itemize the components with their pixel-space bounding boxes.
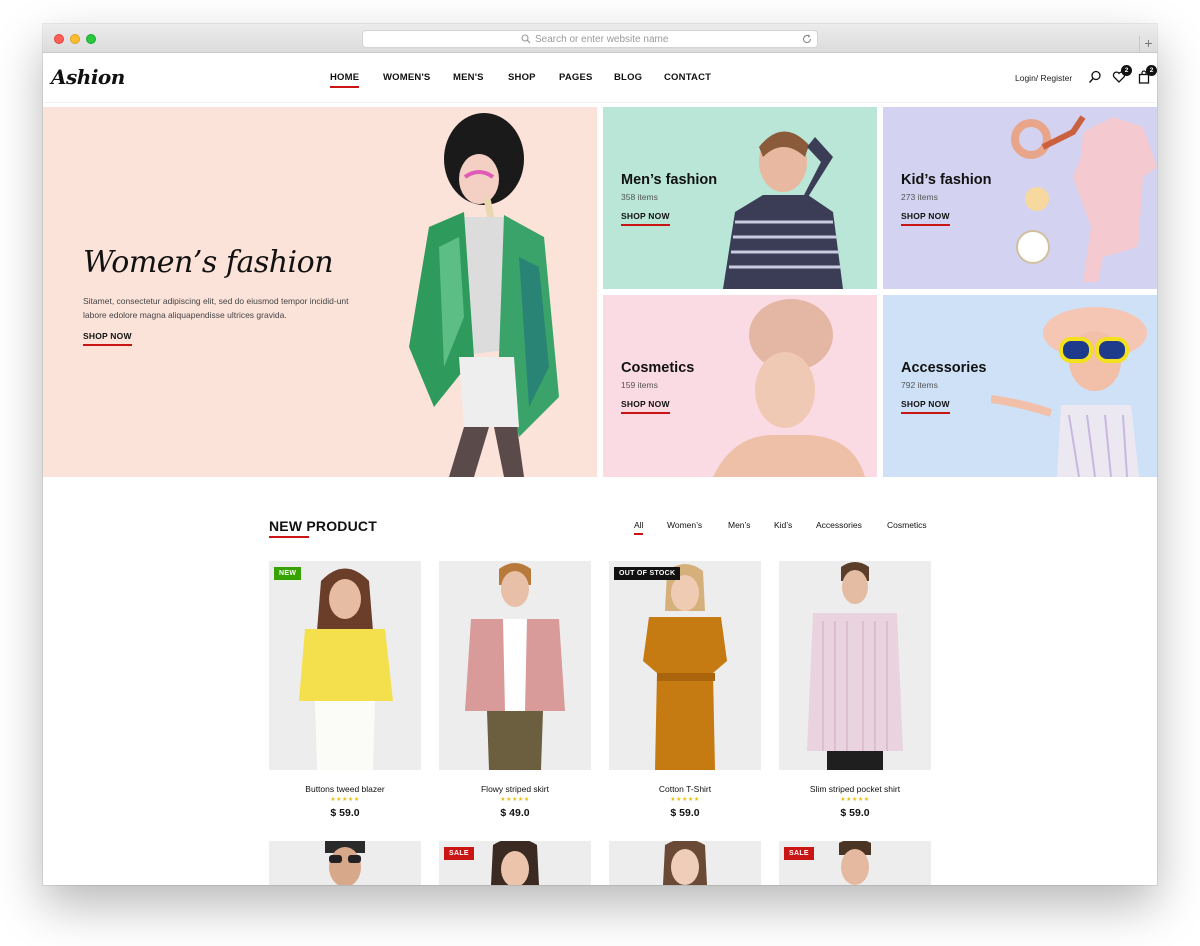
tile-title: Cosmetics xyxy=(621,360,695,376)
product-price: $ 49.0 xyxy=(500,807,530,819)
hero-title: Women’s fashion xyxy=(83,245,334,280)
wishlist-count-badge: 2 xyxy=(1121,65,1132,76)
login-register-link[interactable]: Login/ Register xyxy=(1015,73,1072,83)
filter-kids[interactable]: Kid’s xyxy=(774,520,792,530)
tile-accessories: Accessories 792 items SHOP NOW xyxy=(883,295,1157,477)
minimize-window-button[interactable] xyxy=(70,34,80,44)
product-filters: All Women’s Men’s Kid’s Accessories Cosm… xyxy=(43,520,1157,536)
maximize-window-button[interactable] xyxy=(86,34,96,44)
product-name[interactable]: Flowy striped skirt xyxy=(439,784,591,794)
yellow-blouse-image xyxy=(299,568,393,770)
browser-titlebar: + xyxy=(43,24,1157,53)
browser-window: + Ashion HOME WOMEN'S MEN'S SHOP PAGES B… xyxy=(43,24,1157,885)
woman-towel-image xyxy=(713,299,865,477)
new-tab-button[interactable]: + xyxy=(1139,36,1157,53)
product-card[interactable]: Slim striped pocket shirt ★★★★★ $ 59.0 xyxy=(779,561,931,827)
striped-shirt-image xyxy=(807,562,903,770)
nav-womens[interactable]: WOMEN'S xyxy=(383,72,430,83)
tile-kids-fashion: Kid’s fashion 273 items SHOP NOW xyxy=(883,107,1157,289)
orange-dress-image xyxy=(643,564,727,770)
tile-cosmetics: Cosmetics 159 items SHOP NOW xyxy=(603,295,877,477)
filter-all[interactable]: All xyxy=(634,520,644,535)
close-window-button[interactable] xyxy=(54,34,64,44)
product-image[interactable]: SALE xyxy=(779,841,931,885)
product-tag: SALE xyxy=(444,847,474,860)
tile-count: 792 items xyxy=(901,380,938,390)
nav-home[interactable]: HOME xyxy=(330,72,360,88)
hero-womens-fashion: Women’s fashion Sitamet, consectetur adi… xyxy=(43,107,597,477)
product-name[interactable]: Buttons tweed blazer xyxy=(269,784,421,794)
product-image[interactable] xyxy=(269,841,421,885)
tile-shop-now-link[interactable]: SHOP NOW xyxy=(621,399,670,414)
tile-mens-fashion: Men’s fashion 358 items SHOP NOW xyxy=(603,107,877,289)
man-model-image xyxy=(723,131,843,289)
tile-count: 159 items xyxy=(621,380,658,390)
nav-blog[interactable]: BLOG xyxy=(614,72,642,83)
product-name[interactable]: Cotton T-Shirt xyxy=(609,784,761,794)
nav-pages[interactable]: PAGES xyxy=(559,72,593,83)
product-name[interactable]: Slim striped pocket shirt xyxy=(779,784,931,794)
product-price: $ 59.0 xyxy=(670,807,700,819)
product-image[interactable]: SALE xyxy=(439,841,591,885)
product-tag: SALE xyxy=(784,847,814,860)
product-rating: ★★★★★ xyxy=(330,797,360,803)
search-icon xyxy=(521,34,531,44)
girl-sunglasses-image xyxy=(991,307,1147,477)
hero-description: Sitamet, consectetur adipiscing elit, se… xyxy=(83,296,349,320)
hero-shop-now-link[interactable]: SHOP NOW xyxy=(83,331,132,346)
address-bar[interactable] xyxy=(362,30,818,48)
tile-shop-now-link[interactable]: SHOP NOW xyxy=(621,211,670,226)
product-price: $ 59.0 xyxy=(330,807,360,819)
model-image xyxy=(663,841,707,885)
filter-mens[interactable]: Men’s xyxy=(728,520,751,530)
model-sunglasses-image xyxy=(325,841,365,885)
tile-count: 358 items xyxy=(621,192,658,202)
woman-model-image xyxy=(409,113,559,477)
product-rating: ★★★★★ xyxy=(500,797,530,803)
cart-count-badge: 2 xyxy=(1146,65,1157,76)
product-tag: OUT OF STOCK xyxy=(614,567,681,580)
product-rating: ★★★★★ xyxy=(840,797,870,803)
product-card[interactable]: OUT OF STOCK Cotton T-Shirt ★★★★★ $ 59.0 xyxy=(609,561,761,827)
nav-contact[interactable]: CONTACT xyxy=(664,72,711,83)
nav-mens[interactable]: MEN'S xyxy=(453,72,484,83)
product-card[interactable]: Flowy striped skirt ★★★★★ $ 49.0 xyxy=(439,561,591,827)
filter-accessories[interactable]: Accessories xyxy=(816,520,862,530)
site-header: Ashion HOME WOMEN'S MEN'S SHOP PAGES BLO… xyxy=(43,53,1157,103)
product-card[interactable]: NEW Buttons tweed blazer ★★★★★ $ 59.0 xyxy=(269,561,421,827)
tile-title: Accessories xyxy=(901,360,987,376)
tile-title: Kid’s fashion xyxy=(901,172,992,188)
kids-clothes-image xyxy=(1011,115,1157,282)
pink-shirt-image xyxy=(465,563,565,770)
tile-count: 273 items xyxy=(901,192,938,202)
filter-cosmetics[interactable]: Cosmetics xyxy=(887,520,927,530)
product-image[interactable] xyxy=(439,561,591,770)
product-image[interactable] xyxy=(609,841,761,885)
product-price: $ 59.0 xyxy=(840,807,870,819)
product-image[interactable] xyxy=(779,561,931,770)
tile-shop-now-link[interactable]: SHOP NOW xyxy=(901,211,950,226)
site-logo[interactable]: Ashion xyxy=(51,65,125,89)
tile-shop-now-link[interactable]: SHOP NOW xyxy=(901,399,950,414)
filter-womens[interactable]: Women’s xyxy=(667,520,702,530)
product-rating: ★★★★★ xyxy=(670,797,700,803)
search-icon[interactable] xyxy=(1088,70,1102,84)
wishlist-button[interactable]: 2 xyxy=(1112,65,1132,84)
address-input[interactable] xyxy=(535,32,775,46)
cart-button[interactable]: 2 xyxy=(1137,65,1157,84)
reload-icon[interactable] xyxy=(801,33,813,45)
product-tag: NEW xyxy=(274,567,302,580)
nav-shop[interactable]: SHOP xyxy=(508,72,536,83)
product-image[interactable] xyxy=(609,561,761,770)
product-image[interactable] xyxy=(269,561,421,770)
